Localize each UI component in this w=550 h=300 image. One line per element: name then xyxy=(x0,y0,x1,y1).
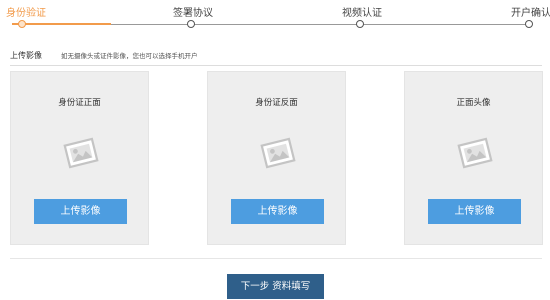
stepper-track-line xyxy=(111,24,529,25)
image-placeholder-icon xyxy=(260,137,296,169)
card-title: 正面头像 xyxy=(456,98,491,108)
step-dot-agreement xyxy=(187,20,195,28)
upload-card-id-back: 身份证反面 上传影像 xyxy=(207,71,346,245)
upload-id-front-button[interactable]: 上传影像 xyxy=(34,199,127,224)
step-label-agreement: 签署协议 xyxy=(173,8,213,19)
upload-card-id-front: 身份证正面 上传影像 xyxy=(10,71,149,245)
upload-section-title: 上传影像 xyxy=(10,51,42,60)
divider xyxy=(10,258,542,259)
next-step-button[interactable]: 下一步 资料填写 xyxy=(227,274,324,299)
step-dot-video xyxy=(356,20,364,28)
card-title: 身份证正面 xyxy=(58,98,101,108)
stepper-progress-line xyxy=(12,23,111,25)
step-label-video: 视频认证 xyxy=(342,8,382,19)
step-label-identity: 身份验证 xyxy=(6,8,46,19)
image-placeholder-icon xyxy=(63,137,99,169)
upload-card-portrait: 正面头像 上传影像 xyxy=(404,71,543,245)
card-title: 身份证反面 xyxy=(255,98,298,108)
step-dot-identity xyxy=(18,20,26,28)
step-label-confirm: 开户确认 xyxy=(511,8,550,19)
upload-id-back-button[interactable]: 上传影像 xyxy=(231,199,324,224)
image-placeholder-icon xyxy=(457,137,493,169)
upload-section-header: 上传影像 如无摄像头或证件影像，您也可以选择手机开户 xyxy=(10,49,542,66)
upload-hint-text: 如无摄像头或证件影像，您也可以选择手机开户 xyxy=(61,52,198,60)
account-opening-page: 身份验证 签署协议 视频认证 开户确认 上传影像 如无摄像头或证件影像，您也可以… xyxy=(0,0,550,300)
progress-stepper: 身份验证 签署协议 视频认证 开户确认 xyxy=(0,0,550,34)
upload-portrait-button[interactable]: 上传影像 xyxy=(428,199,521,224)
step-dot-confirm xyxy=(525,20,533,28)
